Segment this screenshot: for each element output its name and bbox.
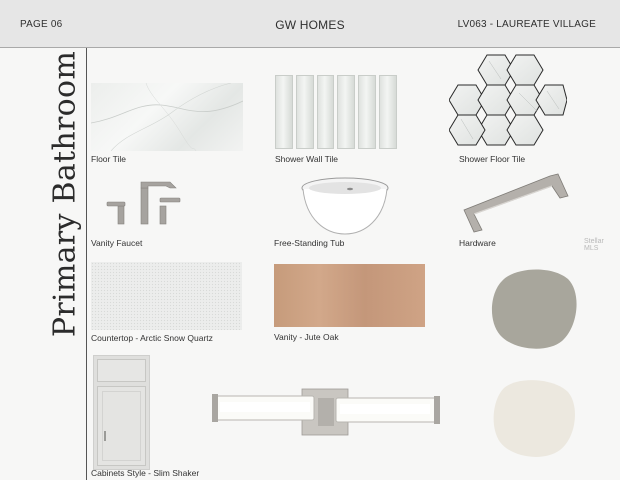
wall-tile-strip [358, 75, 377, 149]
shower-wall-tile-label: Shower Wall Tile [275, 154, 338, 164]
countertop-label: Countertop - Arctic Snow Quartz [91, 333, 213, 343]
hardware-label: Hardware [459, 238, 496, 248]
countertop-quartz-swatch [91, 262, 242, 330]
free-standing-tub-label: Free-Standing Tub [274, 238, 345, 248]
vanity-wood-swatch [274, 264, 425, 327]
section-divider [86, 48, 87, 480]
cabinet-door-panel [97, 386, 146, 466]
section-title: Primary Bathroom [47, 50, 83, 338]
page-header: PAGE 06 GW HOMES LV063 - LAUREATE VILLAG… [0, 0, 620, 48]
floor-tile-label: Floor Tile [91, 154, 126, 164]
cabinets-style-label: Cabinets Style - Slim Shaker [91, 468, 200, 478]
wall-tile-strip [275, 75, 293, 149]
paint-swatch-gray [491, 269, 577, 349]
floor-tile-swatch [90, 82, 244, 152]
cabinet-pull-icon [463, 173, 569, 233]
cabinet-drawer-front [97, 359, 146, 382]
faucet-icon [106, 181, 181, 225]
wall-tile-strip [316, 75, 335, 149]
watermark-text: Stellar MLS [584, 238, 604, 252]
cabinet-door-swatch [93, 355, 150, 470]
shower-floor-tile-label: Shower Floor Tile [459, 154, 526, 164]
marble-veins-icon [90, 82, 244, 152]
wall-tile-strip [337, 75, 356, 149]
bathtub-icon [301, 177, 389, 235]
vanity-label: Vanity - Jute Oak [274, 332, 339, 342]
hexagon-tile-icon [449, 54, 567, 146]
cabinet-knob-icon [104, 431, 106, 441]
wall-tile-strip [379, 75, 397, 149]
wall-tile-strip [295, 75, 314, 149]
paint-swatch-white [493, 380, 575, 457]
shower-wall-tile-swatch [275, 75, 397, 149]
project-name: LV063 - LAUREATE VILLAGE [457, 19, 596, 30]
vanity-faucet-label: Vanity Faucet [91, 238, 143, 248]
vanity-light-fixture-icon [212, 388, 440, 436]
